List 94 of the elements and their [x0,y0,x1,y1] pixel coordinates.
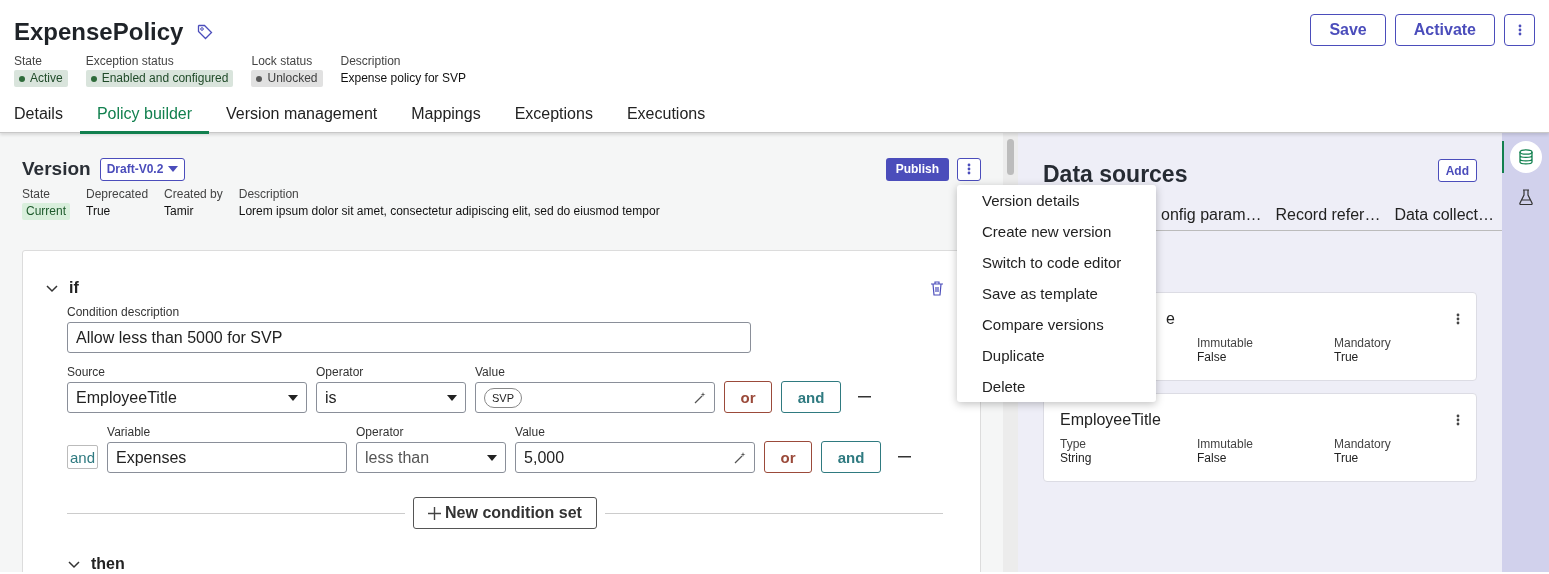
select-field[interactable]: less than [356,442,507,473]
menu-item[interactable]: Create new version [957,216,1156,247]
scrollbar-thumb[interactable] [1007,139,1014,175]
caret-icon [168,166,179,172]
field-label: Exception status [85,54,175,68]
caret-icon [288,394,298,401]
trash-icon [930,280,944,296]
field-label: Deprecated [86,187,149,201]
input-field[interactable]: 5,000 [515,442,756,473]
plus-icon [428,506,442,520]
card-title: e [1166,310,1175,328]
tab[interactable]: Data collect… [1394,206,1494,224]
field-label: Immutable [1197,336,1255,350]
status-text: Active [30,70,63,87]
field-label: Operator [316,365,365,379]
field-value: False [1197,451,1228,465]
panel-title: Data sources [1043,161,1188,188]
menu-item[interactable]: Compare versions [957,309,1156,340]
menu-item[interactable]: Save as template [957,278,1156,309]
flask-icon [1518,189,1533,205]
action-button[interactable]: Save [1310,14,1386,46]
tab[interactable]: Version management [209,101,395,134]
condition-keyword: if [69,279,79,297]
field-label: Description [340,54,402,68]
more-button[interactable] [1456,414,1460,426]
field-label: Source [67,365,107,379]
wand-icon [734,451,747,464]
tag-icon [197,24,214,40]
field-label: Type [1060,437,1087,451]
field-value: String [1060,451,1093,465]
kebab-icon [1456,414,1460,426]
more-button[interactable] [1456,313,1460,325]
or-button[interactable]: or [764,441,813,473]
tab[interactable]: Record refer… [1275,206,1381,224]
tab[interactable]: Details [14,101,80,134]
caret-icon [447,394,457,401]
select-field[interactable]: EmployeeTitle [67,382,307,413]
or-button[interactable]: or [724,381,772,413]
field-label: Mandatory [1334,336,1392,350]
field-label: State [14,54,44,68]
more-button[interactable] [957,157,981,181]
field-label: State [22,187,52,201]
add-button[interactable]: Add [1437,159,1477,182]
menu-item[interactable]: Version details [957,185,1156,216]
input-field[interactable]: Allow less than 5000 for SVP [67,322,751,353]
field-label: Immutable [1197,437,1255,451]
input-field[interactable]: Expenses [107,442,348,473]
new-condition-button[interactable]: New condition set [413,497,597,529]
page-title: ExpensePolicy [14,18,184,46]
action-button[interactable]: Activate [1394,14,1495,46]
field-label: Mandatory [1334,437,1392,451]
field-label: Lock status [251,54,314,68]
publish-button[interactable]: Publish [885,157,949,181]
field-value: True [1334,451,1360,465]
field-label: Operator [356,425,405,439]
field-value: True [86,203,112,220]
wand-icon [694,391,706,404]
field-label: Value [475,365,506,379]
field-label: Created by [164,187,223,201]
database-icon [1518,149,1533,165]
tab[interactable]: Mappings [394,101,498,134]
tab[interactable]: onfig param… [1161,206,1262,224]
menu-item[interactable]: Duplicate [957,340,1156,371]
field-value: Tamir [164,203,195,220]
version-dropdown[interactable]: Draft-V0.2 [99,157,186,181]
caret-icon [487,454,498,461]
field-value: True [1334,350,1360,364]
and-button[interactable]: and [781,381,841,413]
kebab-icon [1456,313,1460,325]
status-text: Unlocked [267,70,318,87]
field-value: Expense policy for SVP [340,70,466,87]
more-button[interactable] [1504,14,1535,46]
field-label: Variable [107,425,152,439]
field-label: Condition description [67,305,181,319]
condition-keyword: then [91,555,125,572]
menu-item[interactable]: Switch to code editor [957,247,1156,278]
connector-label: and [67,445,99,469]
card-title: EmployeeTitle [1060,411,1161,429]
and-button[interactable]: and [821,441,882,473]
section-title: Version [22,158,91,180]
field-value: Lorem ipsum dolor sit amet, consectetur adipiscing elit, sed do eiusmod tempor [238,203,660,220]
rail-button[interactable] [1509,141,1542,173]
select-field[interactable]: is [316,382,466,413]
tab[interactable]: Exceptions [497,101,610,134]
kebab-icon [1517,24,1522,36]
status-badge: Current [22,203,70,220]
field-label: Description [238,187,300,201]
menu-item[interactable]: Delete [957,371,1156,402]
input-field[interactable]: SVP [475,382,715,413]
kebab-icon [967,163,971,175]
field-value: False [1197,350,1228,364]
field-label: Value [515,425,546,439]
tab[interactable]: Executions [609,101,723,134]
status-text: Enabled and configured [101,70,229,87]
